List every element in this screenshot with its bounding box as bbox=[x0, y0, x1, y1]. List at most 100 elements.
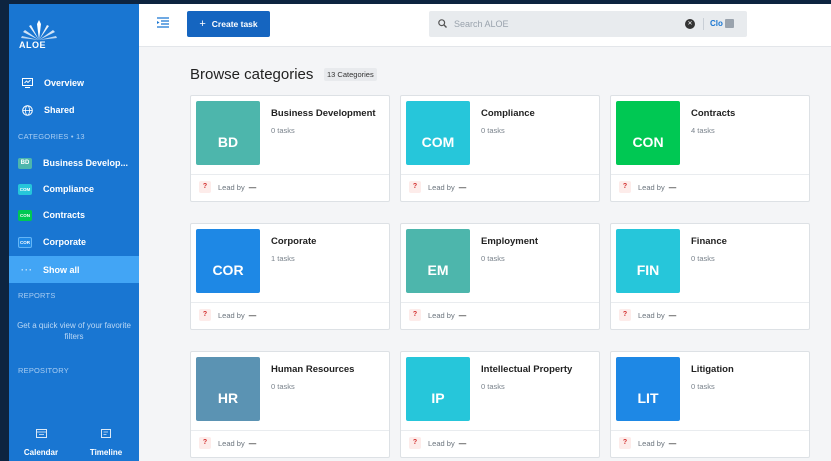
unknown-lead-icon: ? bbox=[409, 181, 421, 193]
sidebar-item-shared[interactable]: Shared bbox=[9, 98, 139, 122]
lead-by-value: — bbox=[668, 311, 677, 320]
category-badge: BD bbox=[18, 157, 32, 169]
unknown-lead-icon: ? bbox=[199, 309, 211, 321]
category-tile: COM bbox=[406, 101, 470, 165]
lead-by-value: — bbox=[458, 311, 467, 320]
unknown-lead-icon: ? bbox=[619, 437, 631, 449]
lead-by-value: — bbox=[458, 183, 467, 192]
category-badge: COR bbox=[18, 236, 32, 248]
task-count: 1 tasks bbox=[271, 254, 295, 263]
card-divider bbox=[401, 174, 599, 175]
globe-icon bbox=[20, 104, 34, 116]
lead-by: Lead by — bbox=[428, 311, 466, 320]
timeline-icon bbox=[81, 429, 131, 440]
lead-by: Lead by — bbox=[428, 183, 466, 192]
category-name: Human Resources bbox=[271, 364, 355, 375]
lead-by-label: Lead by bbox=[428, 311, 455, 320]
task-count: 4 tasks bbox=[691, 126, 715, 135]
category-name: Finance bbox=[691, 236, 727, 247]
category-card-business-development[interactable]: BD Business Development 0 tasks ? Lead b… bbox=[190, 95, 390, 202]
category-card-intellectual-property[interactable]: IP Intellectual Property 0 tasks ? Lead … bbox=[400, 351, 600, 458]
lead-by-label: Lead by bbox=[428, 183, 455, 192]
task-count: 0 tasks bbox=[271, 382, 295, 391]
menu-collapse-icon[interactable] bbox=[157, 17, 169, 29]
lead-by: Lead by — bbox=[218, 439, 256, 448]
category-card-finance[interactable]: FIN Finance 0 tasks ? Lead by — bbox=[610, 223, 810, 330]
card-divider bbox=[191, 430, 389, 431]
reports-hint: Get a quick view of your favorite filter… bbox=[17, 321, 131, 341]
card-divider bbox=[611, 302, 809, 303]
category-name: Intellectual Property bbox=[481, 364, 573, 375]
tab-calendar[interactable]: Calendar bbox=[16, 429, 66, 460]
lead-by-label: Lead by bbox=[428, 439, 455, 448]
lead-by-value: — bbox=[248, 311, 257, 320]
lead-by-value: — bbox=[668, 183, 677, 192]
category-card-corporate[interactable]: COR Corporate 1 tasks ? Lead by — bbox=[190, 223, 390, 330]
lead-by-label: Lead by bbox=[218, 183, 245, 192]
card-divider bbox=[611, 430, 809, 431]
category-tile: CON bbox=[616, 101, 680, 165]
plus-icon: + bbox=[199, 18, 206, 30]
repository-section-label[interactable]: REPOSITORY bbox=[18, 366, 69, 375]
category-name: Corporate bbox=[271, 236, 317, 247]
category-tile: IP bbox=[406, 357, 470, 421]
unknown-lead-icon: ? bbox=[409, 309, 421, 321]
category-card-employment[interactable]: EM Employment 0 tasks ? Lead by — bbox=[400, 223, 600, 330]
lead-by-label: Lead by bbox=[218, 311, 245, 320]
category-tile: HR bbox=[196, 357, 260, 421]
create-task-label: Create task bbox=[211, 19, 258, 29]
category-count-badge: 13 Categories bbox=[324, 68, 377, 81]
close-search-button[interactable]: Clo bbox=[710, 19, 723, 28]
category-tile: FIN bbox=[616, 229, 680, 293]
tab-label: Timeline bbox=[89, 448, 123, 457]
task-count: 0 tasks bbox=[481, 254, 505, 263]
category-name: Business Development bbox=[271, 108, 376, 119]
calendar-icon bbox=[16, 429, 66, 440]
category-badge: COM bbox=[18, 183, 32, 195]
sidebar-item-corporate[interactable]: COR Corporate bbox=[9, 230, 139, 254]
categories-section-label: CATEGORIES • 13 bbox=[18, 132, 85, 141]
category-badge: CON bbox=[18, 209, 32, 221]
category-tile: LIT bbox=[616, 357, 680, 421]
app-logo-text: ALOE bbox=[19, 40, 47, 50]
unknown-lead-icon: ? bbox=[199, 437, 211, 449]
category-tile: BD bbox=[196, 101, 260, 165]
more-dots-icon: ··· bbox=[21, 264, 33, 275]
unknown-lead-icon: ? bbox=[409, 437, 421, 449]
page-title: Browse categories bbox=[190, 66, 314, 83]
task-count: 0 tasks bbox=[691, 254, 715, 263]
lead-by-label: Lead by bbox=[218, 439, 245, 448]
sidebar-item-compliance[interactable]: COM Compliance bbox=[9, 177, 139, 201]
lead-by: Lead by — bbox=[218, 311, 256, 320]
card-divider bbox=[191, 302, 389, 303]
create-task-button[interactable]: + Create task bbox=[187, 11, 270, 37]
sidebar-item-label: Corporate bbox=[43, 237, 87, 247]
lead-by-label: Lead by bbox=[638, 311, 665, 320]
sidebar-item-overview[interactable]: Overview bbox=[9, 71, 139, 95]
clear-search-icon[interactable]: ✕ bbox=[685, 19, 695, 29]
category-card-compliance[interactable]: COM Compliance 0 tasks ? Lead by — bbox=[400, 95, 600, 202]
sidebar-item-show-all[interactable]: ··· Show all bbox=[9, 256, 139, 283]
task-count: 0 tasks bbox=[691, 382, 715, 391]
lead-by-value: — bbox=[248, 439, 257, 448]
lead-by: Lead by — bbox=[218, 183, 256, 192]
lead-by-value: — bbox=[458, 439, 467, 448]
lead-by: Lead by — bbox=[638, 439, 676, 448]
category-name: Compliance bbox=[481, 108, 535, 119]
lead-by-label: Lead by bbox=[638, 439, 665, 448]
sidebar-item-label: Compliance bbox=[43, 184, 95, 194]
sidebar-item-label: Contracts bbox=[43, 210, 86, 220]
tab-timeline[interactable]: Timeline bbox=[81, 429, 131, 460]
task-count: 0 tasks bbox=[271, 126, 295, 135]
category-card-litigation[interactable]: LIT Litigation 0 tasks ? Lead by — bbox=[610, 351, 810, 458]
task-count: 0 tasks bbox=[481, 382, 505, 391]
sidebar-item-contracts[interactable]: CON Contracts bbox=[9, 203, 139, 227]
category-name: Contracts bbox=[691, 108, 736, 119]
search-input[interactable] bbox=[454, 19, 684, 29]
search-divider bbox=[703, 18, 704, 30]
category-card-contracts[interactable]: CON Contracts 4 tasks ? Lead by — bbox=[610, 95, 810, 202]
overview-icon bbox=[20, 78, 34, 88]
sidebar-item-business-development[interactable]: BD Business Develop... bbox=[9, 151, 139, 175]
category-card-human-resources[interactable]: HR Human Resources 0 tasks ? Lead by — bbox=[190, 351, 390, 458]
lead-by: Lead by — bbox=[638, 183, 676, 192]
